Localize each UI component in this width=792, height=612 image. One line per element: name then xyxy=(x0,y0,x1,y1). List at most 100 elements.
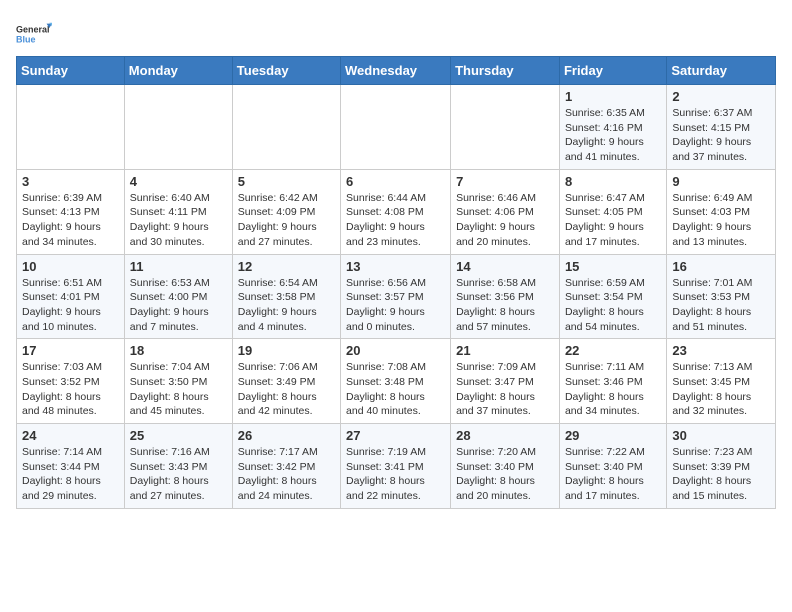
day-cell: 14 Sunrise: 6:58 AMSunset: 3:56 PMDayligh… xyxy=(451,254,560,339)
day-cell: 5Sunrise: 6:42 AMSunset: 4:09 PMDaylight… xyxy=(232,169,340,254)
day-number: 13 xyxy=(346,259,445,274)
day-number: 27 xyxy=(346,428,445,443)
day-info: Sunrise: 7:01 AMSunset: 3:53 PMDaylight:… xyxy=(672,276,770,335)
day-cell: 15 Sunrise: 6:59 AMSunset: 3:54 PMDayligh… xyxy=(559,254,666,339)
day-number: 16 xyxy=(672,259,770,274)
day-cell xyxy=(232,85,340,170)
day-number: 23 xyxy=(672,343,770,358)
day-number: 17 xyxy=(22,343,119,358)
day-cell: 4 Sunrise: 6:40 AMSunset: 4:11 PMDaylight… xyxy=(124,169,232,254)
day-number: 8 xyxy=(565,174,661,189)
day-number: 1 xyxy=(565,89,661,104)
day-number: 9 xyxy=(672,174,770,189)
day-cell: 27 Sunrise: 7:19 AMSunset: 3:41 PMDayligh… xyxy=(341,424,451,509)
week-row-3: 17 Sunrise: 7:03 AMSunset: 3:52 PMDayligh… xyxy=(17,339,776,424)
day-number: 19 xyxy=(238,343,335,358)
week-row-1: 3 Sunrise: 6:39 AMSunset: 4:13 PMDaylight… xyxy=(17,169,776,254)
day-info: Sunrise: 6:54 AMSunset: 3:58 PMDaylight:… xyxy=(238,276,335,335)
day-number: 30 xyxy=(672,428,770,443)
day-number: 3 xyxy=(22,174,119,189)
day-cell: 28Sunrise: 7:20 AMSunset: 3:40 PMDayligh… xyxy=(451,424,560,509)
day-number: 18 xyxy=(130,343,227,358)
week-row-4: 24 Sunrise: 7:14 AMSunset: 3:44 PMDayligh… xyxy=(17,424,776,509)
day-number: 12 xyxy=(238,259,335,274)
day-info: Sunrise: 6:59 AMSunset: 3:54 PMDaylight:… xyxy=(565,276,661,335)
day-info: Sunrise: 6:53 AMSunset: 4:00 PMDaylight:… xyxy=(130,276,227,335)
day-info: Sunrise: 6:49 AMSunset: 4:03 PMDaylight:… xyxy=(672,191,770,250)
day-cell: 26 Sunrise: 7:17 AMSunset: 3:42 PMDayligh… xyxy=(232,424,340,509)
day-cell: 12 Sunrise: 6:54 AMSunset: 3:58 PMDayligh… xyxy=(232,254,340,339)
page-header: General Blue xyxy=(16,16,776,52)
day-number: 26 xyxy=(238,428,335,443)
day-number: 25 xyxy=(130,428,227,443)
day-info: Sunrise: 6:35 AMSunset: 4:16 PMDaylight:… xyxy=(565,106,661,165)
day-cell: 8 Sunrise: 6:47 AMSunset: 4:05 PMDaylight… xyxy=(559,169,666,254)
day-info: Sunrise: 6:40 AMSunset: 4:11 PMDaylight:… xyxy=(130,191,227,250)
day-info: Sunrise: 7:04 AMSunset: 3:50 PMDaylight:… xyxy=(130,360,227,419)
day-number: 20 xyxy=(346,343,445,358)
day-info: Sunrise: 7:17 AMSunset: 3:42 PMDaylight:… xyxy=(238,445,335,504)
day-cell: 10Sunrise: 6:51 AMSunset: 4:01 PMDayligh… xyxy=(17,254,125,339)
calendar-table: SundayMondayTuesdayWednesdayThursdayFrid… xyxy=(16,56,776,509)
day-cell: 21 Sunrise: 7:09 AMSunset: 3:47 PMDayligh… xyxy=(451,339,560,424)
day-info: Sunrise: 6:39 AMSunset: 4:13 PMDaylight:… xyxy=(22,191,119,250)
day-number: 29 xyxy=(565,428,661,443)
header-tuesday: Tuesday xyxy=(232,57,340,85)
logo-svg: General Blue xyxy=(16,16,52,52)
day-cell: 18 Sunrise: 7:04 AMSunset: 3:50 PMDayligh… xyxy=(124,339,232,424)
day-cell: 20Sunrise: 7:08 AMSunset: 3:48 PMDayligh… xyxy=(341,339,451,424)
day-cell: 16 Sunrise: 7:01 AMSunset: 3:53 PMDayligh… xyxy=(667,254,776,339)
day-cell: 11 Sunrise: 6:53 AMSunset: 4:00 PMDayligh… xyxy=(124,254,232,339)
day-cell xyxy=(124,85,232,170)
header-monday: Monday xyxy=(124,57,232,85)
day-cell: 25Sunrise: 7:16 AMSunset: 3:43 PMDayligh… xyxy=(124,424,232,509)
header-thursday: Thursday xyxy=(451,57,560,85)
day-info: Sunrise: 6:37 AMSunset: 4:15 PMDaylight:… xyxy=(672,106,770,165)
day-info: Sunrise: 7:09 AMSunset: 3:47 PMDaylight:… xyxy=(456,360,554,419)
week-row-0: 1 Sunrise: 6:35 AMSunset: 4:16 PMDaylight… xyxy=(17,85,776,170)
day-info: Sunrise: 7:14 AMSunset: 3:44 PMDaylight:… xyxy=(22,445,119,504)
day-cell: 29 Sunrise: 7:22 AMSunset: 3:40 PMDayligh… xyxy=(559,424,666,509)
day-number: 2 xyxy=(672,89,770,104)
day-number: 15 xyxy=(565,259,661,274)
logo: General Blue xyxy=(16,16,52,52)
day-info: Sunrise: 7:19 AMSunset: 3:41 PMDaylight:… xyxy=(346,445,445,504)
day-number: 28 xyxy=(456,428,554,443)
day-number: 4 xyxy=(130,174,227,189)
day-cell: 30 Sunrise: 7:23 AMSunset: 3:39 PMDayligh… xyxy=(667,424,776,509)
day-info: Sunrise: 7:22 AMSunset: 3:40 PMDaylight:… xyxy=(565,445,661,504)
day-cell: 1 Sunrise: 6:35 AMSunset: 4:16 PMDaylight… xyxy=(559,85,666,170)
day-cell xyxy=(17,85,125,170)
day-info: Sunrise: 7:13 AMSunset: 3:45 PMDaylight:… xyxy=(672,360,770,419)
week-row-2: 10Sunrise: 6:51 AMSunset: 4:01 PMDayligh… xyxy=(17,254,776,339)
day-number: 7 xyxy=(456,174,554,189)
day-info: Sunrise: 7:23 AMSunset: 3:39 PMDaylight:… xyxy=(672,445,770,504)
day-info: Sunrise: 6:46 AMSunset: 4:06 PMDaylight:… xyxy=(456,191,554,250)
day-number: 11 xyxy=(130,259,227,274)
day-cell: 22Sunrise: 7:11 AMSunset: 3:46 PMDayligh… xyxy=(559,339,666,424)
day-cell: 13 Sunrise: 6:56 AMSunset: 3:57 PMDayligh… xyxy=(341,254,451,339)
day-cell: 24 Sunrise: 7:14 AMSunset: 3:44 PMDayligh… xyxy=(17,424,125,509)
day-info: Sunrise: 7:06 AMSunset: 3:49 PMDaylight:… xyxy=(238,360,335,419)
day-info: Sunrise: 6:58 AMSunset: 3:56 PMDaylight:… xyxy=(456,276,554,335)
header-saturday: Saturday xyxy=(667,57,776,85)
day-cell: 23 Sunrise: 7:13 AMSunset: 3:45 PMDayligh… xyxy=(667,339,776,424)
day-number: 14 xyxy=(456,259,554,274)
day-cell: 2 Sunrise: 6:37 AMSunset: 4:15 PMDaylight… xyxy=(667,85,776,170)
day-number: 6 xyxy=(346,174,445,189)
day-number: 21 xyxy=(456,343,554,358)
day-info: Sunrise: 6:47 AMSunset: 4:05 PMDaylight:… xyxy=(565,191,661,250)
day-number: 5 xyxy=(238,174,335,189)
header-wednesday: Wednesday xyxy=(341,57,451,85)
day-info: Sunrise: 6:56 AMSunset: 3:57 PMDaylight:… xyxy=(346,276,445,335)
day-info: Sunrise: 7:03 AMSunset: 3:52 PMDaylight:… xyxy=(22,360,119,419)
calendar-header-row: SundayMondayTuesdayWednesdayThursdayFrid… xyxy=(17,57,776,85)
calendar-body: 1 Sunrise: 6:35 AMSunset: 4:16 PMDaylight… xyxy=(17,85,776,509)
header-sunday: Sunday xyxy=(17,57,125,85)
day-number: 24 xyxy=(22,428,119,443)
day-cell: 9 Sunrise: 6:49 AMSunset: 4:03 PMDaylight… xyxy=(667,169,776,254)
svg-text:Blue: Blue xyxy=(16,35,36,45)
day-number: 22 xyxy=(565,343,661,358)
day-info: Sunrise: 6:51 AMSunset: 4:01 PMDaylight:… xyxy=(22,276,119,335)
day-cell: 6Sunrise: 6:44 AMSunset: 4:08 PMDaylight… xyxy=(341,169,451,254)
